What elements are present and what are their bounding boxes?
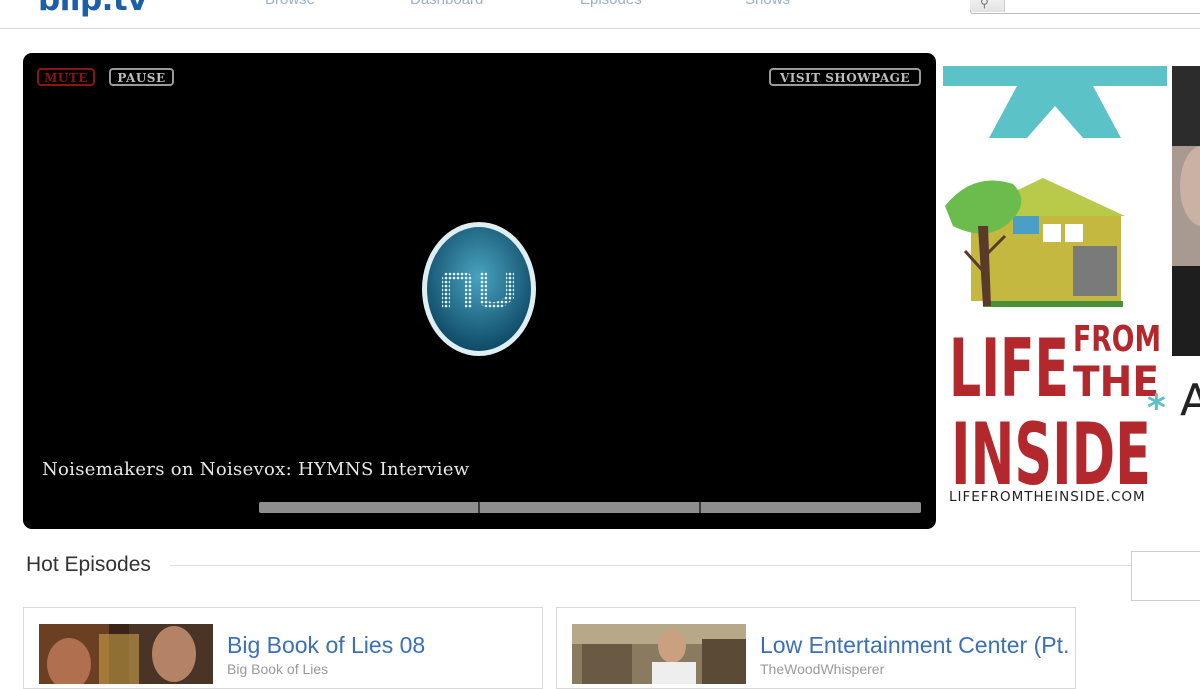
top-header: blip.tv Browse Dashboard Episodes Shows …: [0, 0, 1200, 29]
ad-side-text: A: [1180, 375, 1200, 426]
nav-item-1[interactable]: Browse: [265, 0, 315, 8]
ad-url: LIFEFROMTHEINSIDE.COM: [949, 489, 1146, 505]
noisevox-logo: [422, 222, 536, 356]
advertisement[interactable]: LIFE FROM THE INSIDE *: [943, 66, 1167, 514]
search-icon: ⚲: [980, 0, 989, 10]
svg-text:*: *: [1147, 388, 1166, 429]
episode-title[interactable]: Big Book of Lies 08: [227, 632, 425, 659]
video-title: Noisemakers on Noisevox: HYMNS Interview: [42, 459, 470, 480]
nav-item-2[interactable]: Dashboard: [410, 0, 483, 8]
progress-divider: [478, 502, 480, 513]
video-player[interactable]: MUTE PAUSE VISIT SHOWPAGE Noisemakers on…: [23, 53, 936, 529]
mute-button[interactable]: MUTE: [37, 68, 95, 86]
episode-thumbnail[interactable]: [39, 624, 213, 684]
section-title: Hot Episodes: [26, 553, 151, 576]
divider: [170, 565, 1132, 566]
episode-thumbnail[interactable]: [572, 624, 746, 684]
progress-bar[interactable]: [259, 502, 921, 513]
nav-item-3[interactable]: Episodes: [580, 0, 642, 8]
ad-word-from: FROM: [1073, 319, 1161, 360]
visit-showpage-button[interactable]: VISIT SHOWPAGE: [769, 68, 921, 86]
episode-card[interactable]: Low Entertainment Center (Pt. TheWoodWhi…: [556, 607, 1076, 689]
blip-logo[interactable]: blip.tv: [38, 0, 147, 18]
episode-title[interactable]: Low Entertainment Center (Pt.: [760, 632, 1069, 659]
progress-divider: [699, 502, 701, 513]
ad-side-image: [1172, 66, 1200, 356]
side-panel-box: [1131, 551, 1200, 601]
life-from-the-inside-ad: LIFE FROM THE INSIDE *: [943, 66, 1167, 505]
nav-item-4[interactable]: Shows: [745, 0, 790, 8]
episode-card[interactable]: Big Book of Lies 08 Big Book of Lies: [23, 607, 543, 689]
pause-button[interactable]: PAUSE: [109, 68, 174, 86]
search-button[interactable]: ⚲: [970, 0, 1005, 12]
ad-word-life: LIFE: [949, 322, 1069, 415]
